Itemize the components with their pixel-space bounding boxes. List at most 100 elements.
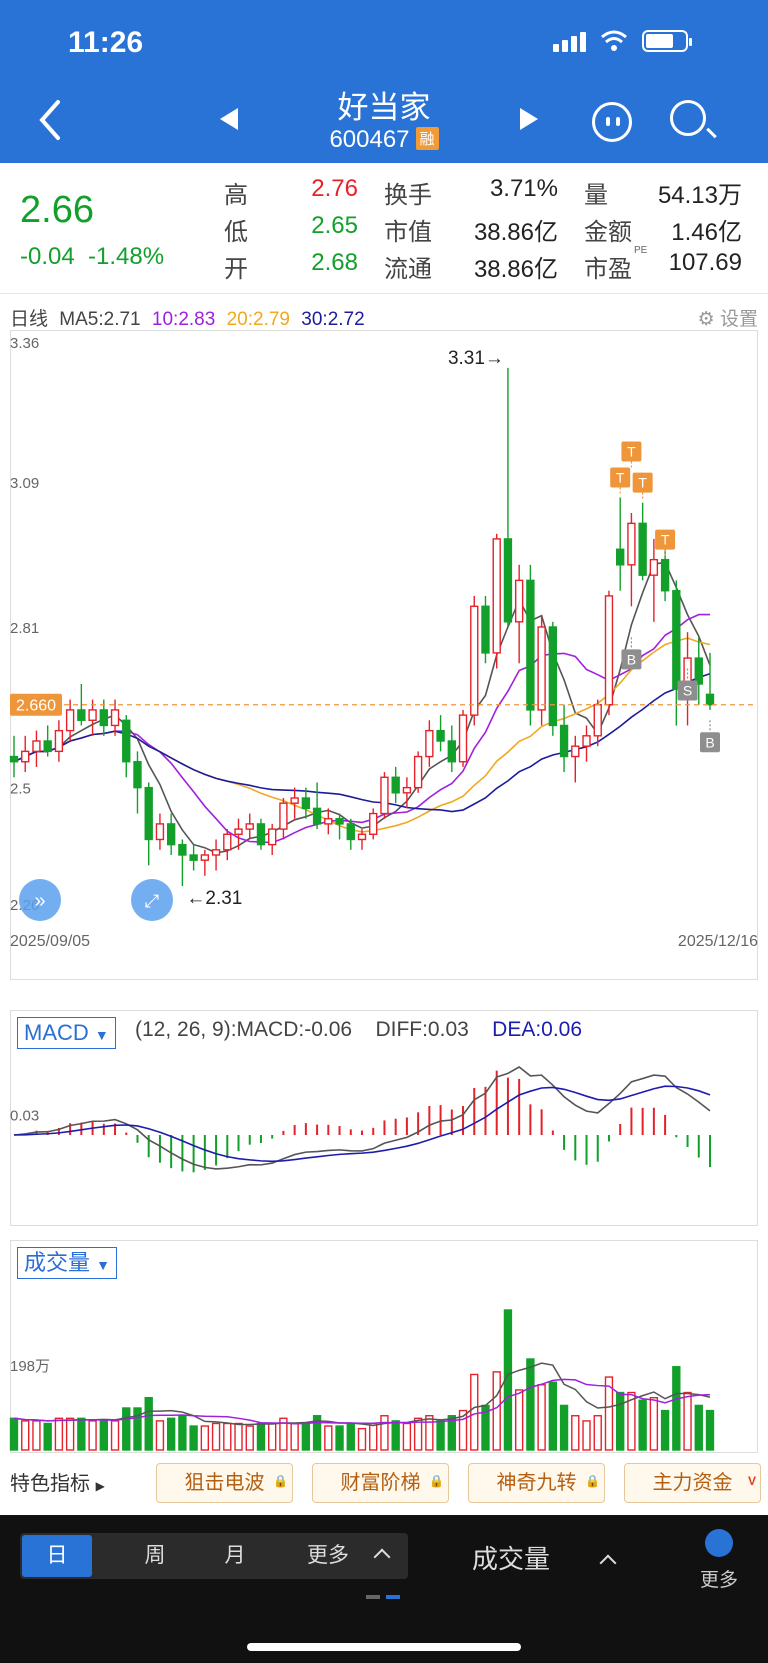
macd-y-tick: 0.03 bbox=[10, 1107, 39, 1124]
candle bbox=[211, 849, 221, 856]
macd-dea: DEA:0.06 bbox=[492, 1018, 583, 1041]
candle bbox=[616, 548, 625, 566]
period-switcher: 日 周 月 更多 bbox=[20, 1533, 408, 1579]
chevron-down-icon: ▼ bbox=[94, 1027, 109, 1043]
quote-label: 开 bbox=[224, 256, 248, 283]
period-label: 日线 bbox=[10, 309, 49, 330]
candle bbox=[604, 595, 614, 706]
quote-value: 38.86亿 bbox=[473, 256, 558, 283]
tab-feature-3[interactable]: 神奇九转 🔒 bbox=[468, 1463, 605, 1503]
settings-button[interactable]: ⚙ 设置 bbox=[698, 304, 758, 331]
volume-bar bbox=[301, 1422, 311, 1451]
volume-selector-label: 成交量 bbox=[24, 1250, 91, 1275]
indicator-switch[interactable]: 成交量 bbox=[472, 1539, 550, 1576]
period-month[interactable]: 月 bbox=[200, 1533, 270, 1579]
expand-icon-glyph: ⤢ bbox=[145, 891, 160, 911]
app-header: 11:26 好当家 600467 融 bbox=[0, 0, 768, 163]
vip-icon: V bbox=[747, 1474, 756, 1488]
next-stock-icon[interactable] bbox=[520, 108, 538, 130]
chevron-up-icon[interactable] bbox=[599, 1554, 617, 1572]
volume-bar bbox=[32, 1420, 41, 1451]
last-price: 2.66 bbox=[20, 189, 94, 231]
candle bbox=[436, 729, 445, 742]
period-more[interactable]: 更多 bbox=[288, 1533, 368, 1579]
quote-label: 低 bbox=[224, 219, 248, 246]
volume-bar bbox=[43, 1422, 52, 1451]
volume-bar bbox=[200, 1425, 210, 1451]
more-label: 更多 bbox=[700, 1570, 739, 1591]
volume-bar bbox=[413, 1417, 423, 1451]
candle bbox=[537, 626, 546, 711]
signal-label: T bbox=[661, 532, 670, 548]
tab-feature-2[interactable]: 财富阶梯 🔒 bbox=[312, 1463, 449, 1503]
change-value: -0.04 bbox=[20, 243, 75, 270]
tab-feature-4[interactable]: 主力资金 V bbox=[624, 1463, 761, 1503]
lock-icon: 🔒 bbox=[429, 1474, 444, 1488]
volume-y-tick: 198万 bbox=[10, 1358, 50, 1375]
quote-value: 2.65 bbox=[311, 212, 358, 239]
feature-tabs: 特色指标 ▶ 狙击电波 🔒 财富阶梯 🔒 神奇九转 🔒 主力资金 V bbox=[0, 1457, 768, 1515]
candle bbox=[503, 538, 513, 623]
high-annotation: 3.31→ bbox=[448, 348, 504, 369]
candle bbox=[223, 833, 232, 851]
candle bbox=[43, 740, 52, 753]
tab-label: 主力资金 bbox=[652, 1472, 733, 1494]
volume-bar bbox=[122, 1407, 131, 1451]
candle bbox=[155, 823, 165, 841]
macd-selector[interactable]: MACD ▼ bbox=[17, 1017, 116, 1049]
candle bbox=[672, 590, 681, 690]
quote-value: 38.86亿 bbox=[473, 219, 558, 246]
candle bbox=[54, 729, 64, 753]
candle bbox=[301, 797, 311, 810]
volume-bar bbox=[88, 1420, 97, 1451]
stock-code-line: 600467 融 bbox=[0, 126, 768, 154]
quote-label: 高 bbox=[224, 182, 248, 209]
volume-bar bbox=[380, 1415, 389, 1451]
volume-bar bbox=[537, 1384, 546, 1451]
candle bbox=[77, 709, 86, 721]
quote-label: 市盈 bbox=[584, 256, 632, 283]
candle bbox=[144, 786, 153, 841]
chevron-up-icon[interactable] bbox=[373, 1548, 391, 1566]
signal-label: T bbox=[638, 475, 647, 491]
volume-bar bbox=[346, 1422, 355, 1451]
volume-bar bbox=[324, 1425, 333, 1451]
more-button[interactable]: 更多 bbox=[700, 1529, 738, 1592]
battery-icon bbox=[642, 30, 692, 52]
volume-bar bbox=[492, 1371, 501, 1451]
candle bbox=[65, 709, 75, 732]
candle bbox=[256, 823, 266, 846]
period-week[interactable]: 周 bbox=[120, 1533, 190, 1579]
tab-label: 狙击电波 bbox=[184, 1472, 265, 1494]
start-date: 2025/09/05 bbox=[10, 933, 90, 950]
candle bbox=[526, 579, 535, 711]
more-icon bbox=[705, 1529, 733, 1557]
volume-bar bbox=[155, 1420, 165, 1451]
tab-feature-1[interactable]: 狙击电波 🔒 bbox=[156, 1463, 293, 1503]
volume-bar bbox=[21, 1420, 30, 1451]
search-icon[interactable] bbox=[670, 100, 706, 136]
candle bbox=[9, 755, 19, 763]
volume-selector[interactable]: 成交量 ▼ bbox=[17, 1247, 117, 1279]
candle bbox=[335, 818, 344, 825]
period-day[interactable]: 日 bbox=[22, 1535, 92, 1577]
feature-indicator-menu[interactable]: 特色指标 ▶ bbox=[10, 1467, 105, 1496]
tab-label: 神奇九转 bbox=[496, 1472, 577, 1494]
candle bbox=[627, 522, 636, 566]
chat-icon[interactable] bbox=[592, 102, 632, 142]
kline-chart[interactable]: 3.363.092.812.52.262.6603.31→←2.31TTTTBS… bbox=[0, 330, 768, 990]
volume-bar bbox=[9, 1417, 19, 1451]
lock-icon: 🔒 bbox=[273, 1474, 288, 1488]
volume-bar bbox=[99, 1420, 108, 1451]
chevron-down-icon: ▼ bbox=[96, 1257, 110, 1273]
margin-badge: 融 bbox=[415, 127, 439, 150]
quote-value: 2.68 bbox=[311, 249, 358, 276]
volume-bar bbox=[144, 1396, 153, 1451]
candle bbox=[189, 854, 198, 861]
ma5-value: MA5:2.71 bbox=[59, 309, 141, 330]
ma-legend: 日线 MA5:2.71 10:2.83 20:2.79 30:2.72 bbox=[10, 304, 371, 331]
candle bbox=[705, 693, 715, 706]
candle bbox=[32, 740, 41, 753]
macd-chart: 0.03 bbox=[10, 1066, 711, 1173]
volume-bar bbox=[436, 1420, 445, 1451]
